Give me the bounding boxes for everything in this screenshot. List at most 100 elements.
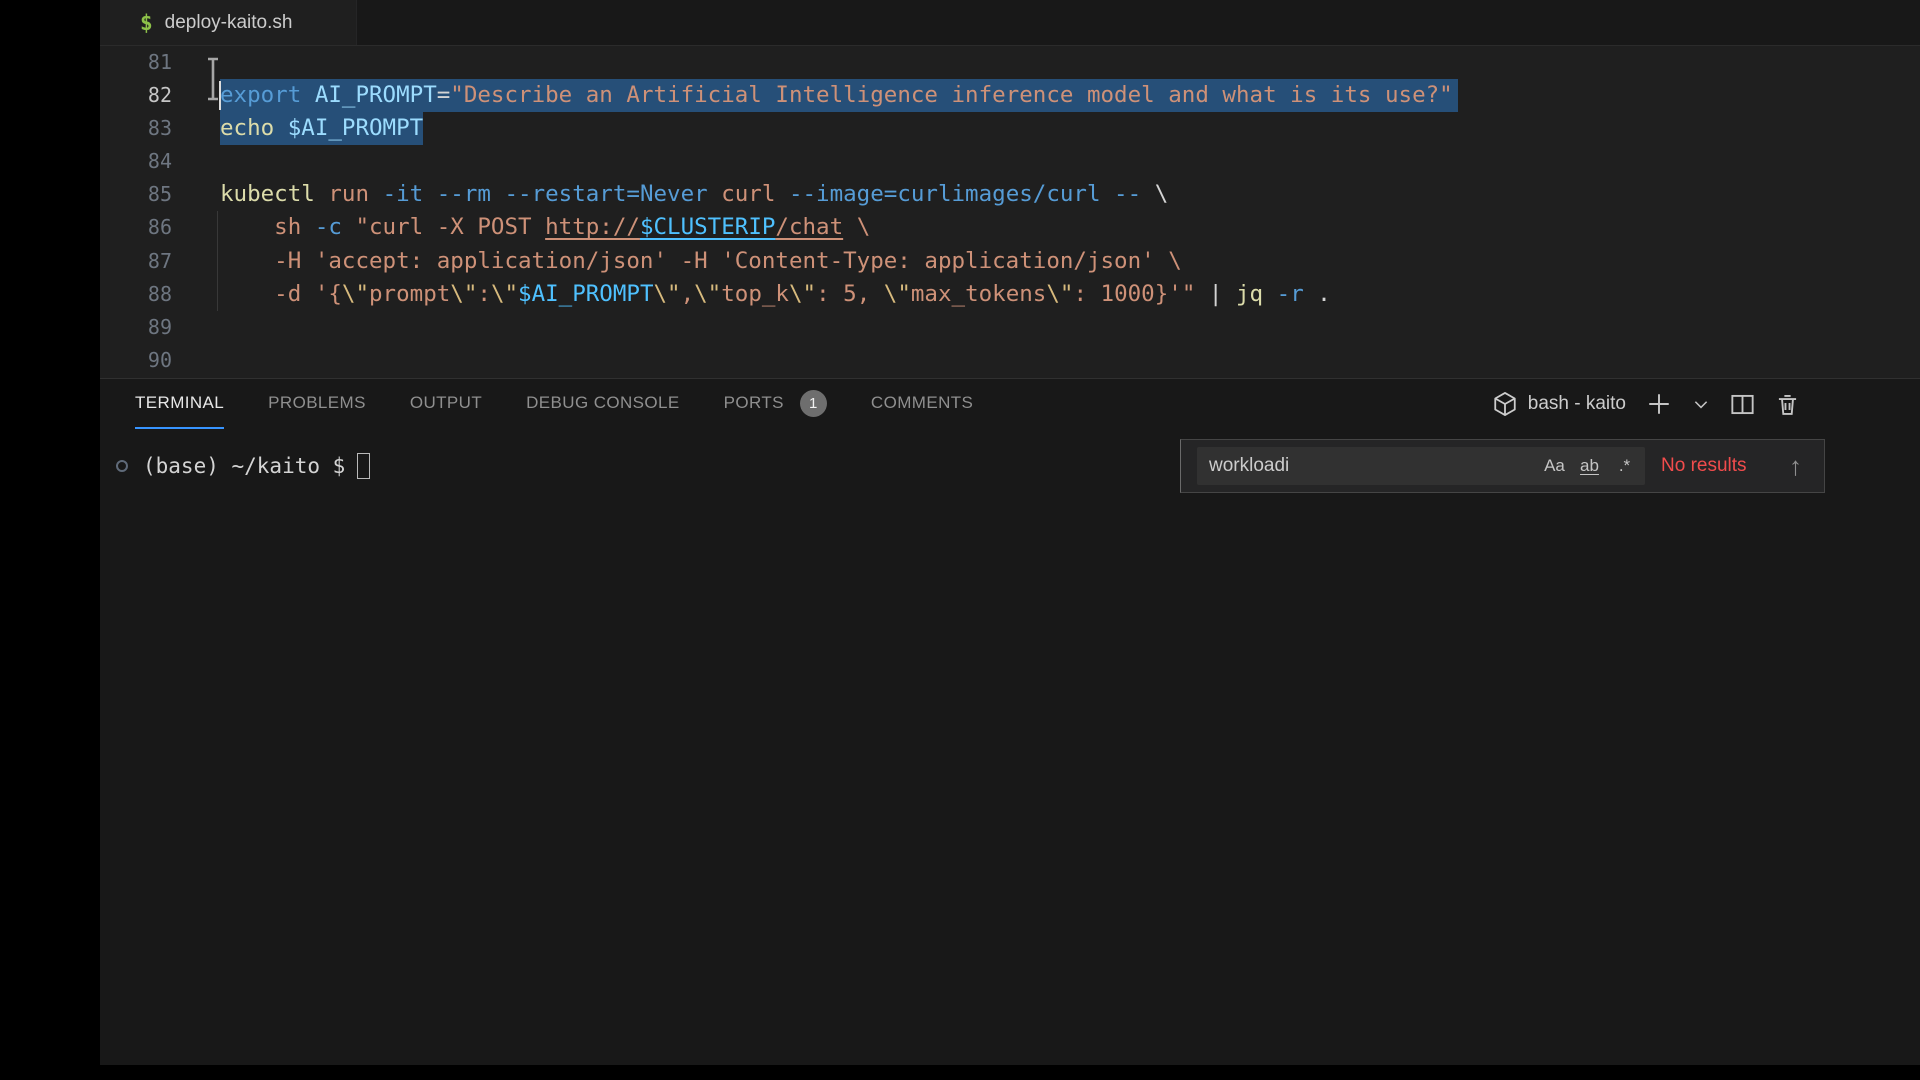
panel-tab-label: COMMENTS xyxy=(871,393,973,413)
code-token: "curl -X POST xyxy=(355,214,545,240)
panel-tab-problems[interactable]: PROBLEMS xyxy=(268,379,366,429)
code-token: -H 'accept: application/json' -H 'Conten… xyxy=(220,248,1182,274)
code-token: sh xyxy=(220,214,315,240)
code-lines: export AI_PROMPT="Describe an Artificial… xyxy=(220,46,1920,377)
terminal-prompt: (base) ~/kaito $ xyxy=(143,454,345,478)
code-line[interactable] xyxy=(220,145,1920,178)
code-token: echo xyxy=(220,115,288,141)
editor-tab-bar: $ deploy-kaito.sh xyxy=(100,0,1920,46)
code-line[interactable] xyxy=(220,311,1920,344)
panel-tab-label: PROBLEMS xyxy=(268,393,366,413)
panel-tab-label: TERMINAL xyxy=(135,393,224,413)
code-token: : 1000}'" xyxy=(1073,281,1195,307)
find-option-buttons: Aa ab .* xyxy=(1538,451,1641,481)
line-number[interactable]: 84 xyxy=(100,145,172,178)
code-token: -d '{ xyxy=(220,281,342,307)
match-case-button[interactable]: Aa xyxy=(1538,451,1571,481)
terminal-session[interactable]: bash - kaito xyxy=(1492,391,1626,417)
code-token: $CLUSTERIP xyxy=(640,214,775,240)
code-line[interactable]: export AI_PROMPT="Describe an Artificial… xyxy=(220,79,1920,112)
find-query-text: workloadi xyxy=(1209,455,1289,477)
panel-tab-label: PORTS xyxy=(724,393,784,413)
code-line[interactable]: -d '{\"prompt\":\"$AI_PROMPT\",\"top_k\"… xyxy=(220,278,1920,311)
line-number[interactable]: 88 xyxy=(100,278,172,311)
code-token: | xyxy=(1195,281,1236,307)
find-previous-button[interactable]: ↑ xyxy=(1783,452,1808,480)
terminal-session-label: bash - kaito xyxy=(1528,393,1626,415)
terminal-viewport[interactable]: (base) ~/kaito $ xyxy=(116,441,370,491)
panel-tab-output[interactable]: OUTPUT xyxy=(410,379,482,429)
line-number[interactable]: 87 xyxy=(100,245,172,278)
code-token: \" xyxy=(654,281,681,307)
panel-tab-terminal[interactable]: TERMINAL xyxy=(135,379,224,429)
panel-tab-debug-console[interactable]: DEBUG CONSOLE xyxy=(526,379,680,429)
split-terminal-button[interactable] xyxy=(1730,392,1755,417)
code-token: http:// xyxy=(545,214,640,240)
panel-tab-label: OUTPUT xyxy=(410,393,482,413)
code-token: "Describe an Artificial Intelligence inf… xyxy=(450,82,1452,108)
line-number[interactable]: 81 xyxy=(100,46,172,79)
split-panes-icon xyxy=(1730,392,1755,417)
code-token: \" xyxy=(1046,281,1073,307)
code-token: $AI_PROMPT xyxy=(288,115,423,141)
vscode-window: $ deploy-kaito.sh 81828384858687888990 e… xyxy=(100,0,1920,1065)
code-token: jq xyxy=(1236,281,1263,307)
line-number[interactable]: 86 xyxy=(100,211,172,244)
editor-tab-deploy-kaito[interactable]: $ deploy-kaito.sh xyxy=(100,0,357,45)
terminal-find-widget: workloadi Aa ab .* No results ↑ xyxy=(1180,439,1825,493)
code-token: \ xyxy=(1155,181,1169,207)
code-line[interactable] xyxy=(220,344,1920,377)
code-token: -it --rm --restart=Never xyxy=(383,181,722,207)
code-line[interactable] xyxy=(220,46,1920,79)
code-token: , xyxy=(681,281,695,307)
code-token: top_k xyxy=(721,281,789,307)
code-token: $AI_PROMPT xyxy=(518,281,653,307)
code-token: \" xyxy=(884,281,911,307)
code-token: \" xyxy=(342,281,369,307)
code-token: \" xyxy=(491,281,518,307)
code-line[interactable]: sh -c "curl -X POST http://$CLUSTERIP/ch… xyxy=(220,211,1920,244)
code-token: \" xyxy=(450,281,477,307)
code-token: -c xyxy=(315,214,356,240)
chevron-down-icon xyxy=(1692,395,1710,413)
code-token: prompt xyxy=(369,281,450,307)
code-line[interactable]: echo $AI_PROMPT xyxy=(220,112,1920,145)
mouse-ibeam-cursor xyxy=(204,56,222,102)
terminal-controls: bash - kaito xyxy=(1492,379,1800,429)
line-number[interactable]: 82 xyxy=(100,79,172,112)
code-token: kubectl xyxy=(220,181,328,207)
code-token: run xyxy=(328,181,382,207)
code-token: max_tokens xyxy=(911,281,1046,307)
line-number[interactable]: 83 xyxy=(100,112,172,145)
terminal-profile-cube-icon xyxy=(1492,391,1518,417)
kill-terminal-button[interactable] xyxy=(1775,392,1800,417)
code-token: export xyxy=(220,82,315,108)
code-editor[interactable]: 81828384858687888990 export AI_PROMPT="D… xyxy=(100,46,1920,377)
code-token: \ xyxy=(843,214,870,240)
panel-tab-ports[interactable]: PORTS1 xyxy=(724,379,827,429)
command-decoration-icon xyxy=(116,460,128,472)
panel-tab-label: DEBUG CONSOLE xyxy=(526,393,680,413)
find-status: No results xyxy=(1661,455,1747,477)
line-number[interactable]: 89 xyxy=(100,311,172,344)
code-line[interactable]: -H 'accept: application/json' -H 'Conten… xyxy=(220,245,1920,278)
bottom-panel: TERMINAL PROBLEMS OUTPUT DEBUG CONSOLE PORTS… xyxy=(100,378,1920,1065)
regex-button[interactable]: .* xyxy=(1608,451,1641,481)
code-line[interactable]: kubectl run -it --rm --restart=Never cur… xyxy=(220,178,1920,211)
line-number[interactable]: 85 xyxy=(100,178,172,211)
terminal-profile-dropdown-button[interactable] xyxy=(1692,395,1710,413)
find-input[interactable]: workloadi Aa ab .* xyxy=(1197,447,1645,485)
new-terminal-button[interactable] xyxy=(1646,391,1672,417)
whole-word-button[interactable]: ab xyxy=(1573,451,1606,481)
code-token: = xyxy=(437,82,451,108)
code-token: . xyxy=(1304,281,1331,307)
tab-filename: deploy-kaito.sh xyxy=(165,12,293,34)
line-number[interactable]: 90 xyxy=(100,344,172,377)
code-token: : xyxy=(477,281,491,307)
code-token: -r xyxy=(1263,281,1304,307)
code-token: --image=curlimages/curl -- xyxy=(789,181,1155,207)
shell-file-icon: $ xyxy=(140,11,153,35)
code-token: \" xyxy=(789,281,816,307)
trash-icon xyxy=(1775,392,1800,417)
panel-tab-comments[interactable]: COMMENTS xyxy=(871,379,973,429)
